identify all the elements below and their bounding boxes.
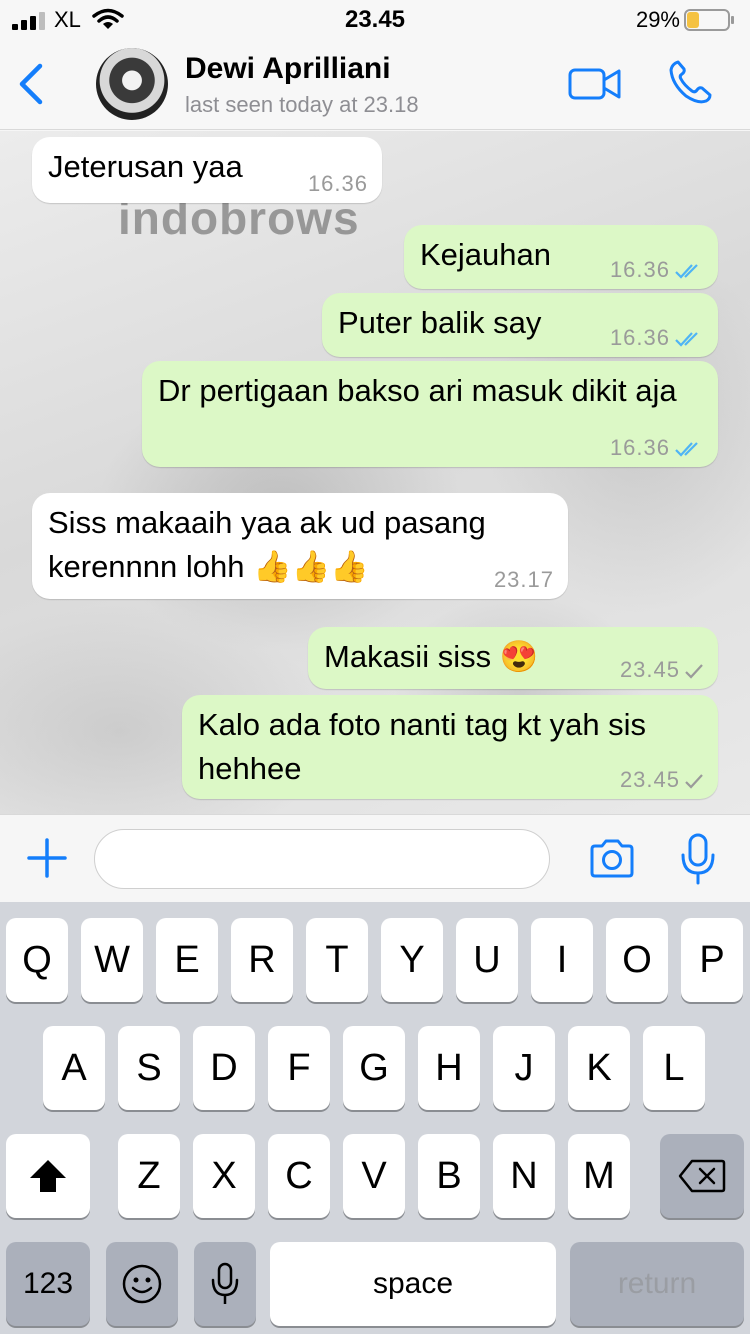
space-key[interactable]: space — [270, 1242, 556, 1326]
key-z[interactable]: Z — [118, 1134, 180, 1218]
backspace-icon — [678, 1159, 726, 1193]
message-meta: 16.36 — [610, 327, 704, 349]
message-bubble[interactable]: Makasii siss 😍 23.45 — [308, 627, 718, 689]
key-r[interactable]: R — [231, 918, 293, 1002]
key-u[interactable]: U — [456, 918, 518, 1002]
chat-area[interactable]: indobrows Jeterusan yaa 16.36 Kejauhan 1… — [0, 131, 750, 814]
numbers-key[interactable]: 123 — [6, 1242, 90, 1326]
backspace-key[interactable] — [660, 1134, 744, 1218]
message-meta: 16.36 — [610, 437, 704, 459]
back-icon[interactable] — [12, 60, 52, 108]
emoji-key[interactable] — [106, 1242, 178, 1326]
key-l[interactable]: L — [643, 1026, 705, 1110]
message-meta: 23.45 — [620, 769, 704, 791]
signal-icon — [12, 12, 45, 30]
message-meta: 23.45 — [620, 659, 704, 681]
key-q[interactable]: Q — [6, 918, 68, 1002]
message-input[interactable] — [94, 829, 550, 889]
dictation-icon — [211, 1262, 239, 1304]
message-text: Siss makaaih yaa ak ud pasang kerennnn l… — [48, 505, 486, 584]
message-text: Dr pertigaan bakso ari masuk dikit aja — [158, 373, 677, 408]
battery-percent: 29% — [635, 7, 680, 32]
avatar[interactable] — [96, 48, 168, 120]
message-time: 16.36 — [307, 171, 368, 196]
check-icon — [685, 664, 703, 679]
key-b[interactable]: B — [418, 1134, 480, 1218]
contact-name[interactable]: Dewi Aprilliani — [185, 52, 391, 86]
key-m[interactable]: M — [568, 1134, 630, 1218]
key-s[interactable]: S — [118, 1026, 180, 1110]
key-c[interactable]: C — [268, 1134, 330, 1218]
key-d[interactable]: D — [193, 1026, 255, 1110]
shift-key[interactable] — [6, 1134, 90, 1218]
key-p[interactable]: P — [681, 918, 743, 1002]
key-e[interactable]: E — [156, 918, 218, 1002]
mic-icon[interactable] — [678, 833, 718, 885]
key-v[interactable]: V — [343, 1134, 405, 1218]
emoji-icon — [122, 1264, 162, 1304]
double-check-icon — [675, 264, 698, 279]
message-bubble[interactable]: Kejauhan 16.36 — [404, 225, 718, 289]
last-seen-status: last seen today at 23.18 — [185, 92, 419, 117]
plus-icon[interactable] — [26, 837, 68, 879]
message-bubble[interactable]: Kalo ada foto nanti tag kt yah sis hehhe… — [182, 695, 718, 799]
key-o[interactable]: O — [606, 918, 668, 1002]
keyboard: Q W E R T Y U I O P A S D F G H J K L Z … — [0, 902, 750, 1334]
key-a[interactable]: A — [43, 1026, 105, 1110]
battery-fill — [687, 12, 699, 28]
carrier-label: XL — [54, 7, 81, 32]
message-input-bar — [0, 814, 750, 902]
key-h[interactable]: H — [418, 1026, 480, 1110]
key-w[interactable]: W — [81, 918, 143, 1002]
dictation-key[interactable] — [194, 1242, 256, 1326]
double-check-icon — [675, 332, 698, 347]
shift-icon — [30, 1160, 66, 1192]
message-bubble[interactable]: Jeterusan yaa 16.36 — [32, 137, 382, 203]
camera-icon[interactable] — [588, 837, 636, 881]
wifi-icon — [92, 8, 124, 29]
message-time: 16.36 — [609, 325, 670, 350]
key-f[interactable]: F — [268, 1026, 330, 1110]
message-time: 23.45 — [619, 657, 680, 682]
chat-header: Dewi Aprilliani last seen today at 23.18 — [0, 40, 750, 130]
check-icon — [685, 774, 703, 789]
message-bubble[interactable]: Puter balik say 16.36 — [322, 293, 718, 357]
key-t[interactable]: T — [306, 918, 368, 1002]
message-bubble[interactable]: Siss makaaih yaa ak ud pasang kerennnn l… — [32, 493, 568, 599]
return-key[interactable]: return — [570, 1242, 744, 1326]
key-i[interactable]: I — [531, 918, 593, 1002]
message-bubble[interactable]: Dr pertigaan bakso ari masuk dikit aja 1… — [142, 361, 718, 467]
double-check-icon — [675, 442, 698, 457]
video-call-icon[interactable] — [568, 64, 622, 104]
battery-icon — [684, 9, 734, 31]
message-time: 16.36 — [609, 435, 670, 460]
status-bar: XL 23.45 29% — [0, 0, 750, 40]
message-time: 23.45 — [619, 767, 680, 792]
key-x[interactable]: X — [193, 1134, 255, 1218]
key-j[interactable]: J — [493, 1026, 555, 1110]
message-time: 23.17 — [493, 567, 554, 592]
key-g[interactable]: G — [343, 1026, 405, 1110]
key-n[interactable]: N — [493, 1134, 555, 1218]
key-y[interactable]: Y — [381, 918, 443, 1002]
message-meta: 16.36 — [610, 259, 704, 281]
key-k[interactable]: K — [568, 1026, 630, 1110]
phone-icon[interactable] — [666, 58, 714, 106]
message-time: 16.36 — [609, 257, 670, 282]
